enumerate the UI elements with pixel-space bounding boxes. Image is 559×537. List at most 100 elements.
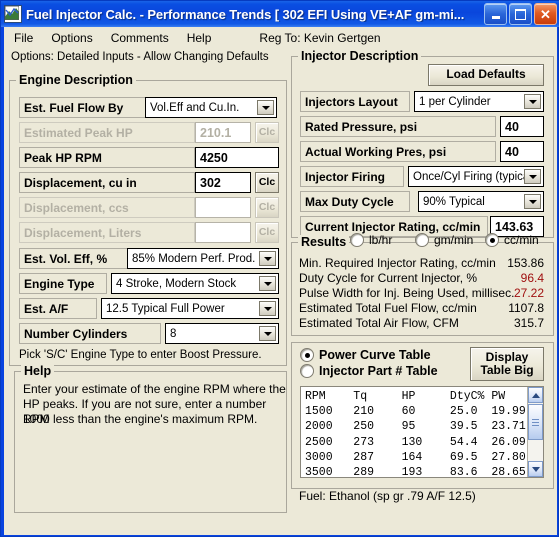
radio-icon[interactable] xyxy=(300,364,314,378)
engine-type-label: Engine Type xyxy=(19,273,107,294)
results-unit-lbhr[interactable]: lb/hr xyxy=(350,233,392,247)
displacement-cu-in-field[interactable]: 302 xyxy=(195,172,251,193)
result-label-min-required-rating: Min. Required Injector Rating, cc/min xyxy=(299,256,496,270)
max-duty-cycle-combo[interactable]: 90% Typical xyxy=(418,191,544,212)
display-table-big-line2: Table Big xyxy=(480,363,534,377)
display-table-big-button[interactable]: Display Table Big xyxy=(470,347,544,381)
displacement-ccs-calc-button[interactable]: Clc xyxy=(255,197,279,218)
registration-label: Reg To: Kevin Gertgen xyxy=(259,30,381,45)
max-duty-cycle-value: 90% Typical xyxy=(423,195,485,208)
number-cylinders-label: Number Cylinders xyxy=(19,323,161,344)
help-group: Help Enter your estimate of the engine R… xyxy=(14,364,287,513)
result-label-duty-cycle: Duty Cycle for Current Injector, % xyxy=(299,271,478,285)
results-unit-ccmin[interactable]: cc/min xyxy=(485,233,539,247)
results-legend: Results xyxy=(298,235,350,249)
client-area: Options: Detailed Inputs - Allow Changin… xyxy=(4,48,557,535)
number-cylinders-combo[interactable]: 8 xyxy=(165,323,279,344)
help-line-1: Enter your estimate of the engine RPM wh… xyxy=(23,382,286,396)
rated-pressure-field[interactable]: 40 xyxy=(500,116,544,137)
result-label-pulse-width: Pulse Width for Inj. Being Used, millise… xyxy=(299,286,515,300)
power-curve-table-text: RPM Tq HP DtyC% PW 1500 210 60 25.0 19.9… xyxy=(305,390,526,478)
number-cylinders-value: 8 xyxy=(170,327,177,340)
engine-description-group: Engine Description Est. Fuel Flow By Vol… xyxy=(9,73,287,366)
result-value-total-fuel-flow: 1107.8 xyxy=(508,301,544,315)
chevron-down-icon[interactable] xyxy=(259,326,276,341)
displacement-liters-field[interactable] xyxy=(195,222,251,243)
results-unit-gmmin-label: gm/min xyxy=(434,233,474,247)
results-unit-ccmin-label: cc/min xyxy=(504,233,539,247)
mode-power-curve-table-label: Power Curve Table xyxy=(319,348,431,362)
displacement-liters-calc-button[interactable]: Clc xyxy=(255,222,279,243)
est-af-value: 12.5 Typical Full Power xyxy=(106,302,225,315)
chevron-down-icon[interactable] xyxy=(524,94,541,109)
mode-power-curve-table[interactable]: Power Curve Table xyxy=(300,348,431,362)
menu-item-help[interactable]: Help xyxy=(179,29,220,47)
chevron-down-icon[interactable] xyxy=(259,251,276,266)
est-fuel-flow-by-label: Est. Fuel Flow By xyxy=(19,97,149,118)
menu-item-comments[interactable]: Comments xyxy=(103,29,177,47)
chevron-down-icon xyxy=(531,466,540,472)
est-vol-eff-value: 85% Modern Perf. Prod. xyxy=(132,252,256,265)
result-label-total-air-flow: Estimated Total Air Flow, CFM xyxy=(299,316,459,330)
displacement-cu-in-label: Displacement, cu in xyxy=(19,172,195,193)
scroll-up-button[interactable] xyxy=(528,387,543,403)
results-unit-lbhr-label: lb/hr xyxy=(369,233,393,247)
injector-firing-value: Once/Cyl Firing (typical) xyxy=(413,170,536,183)
close-button[interactable]: ✕ xyxy=(534,3,557,25)
est-vol-eff-combo[interactable]: 85% Modern Perf. Prod. xyxy=(127,248,279,269)
app-window: Fuel Injector Calc. - Performance Trends… xyxy=(0,0,559,537)
displacement-ccs-label: Displacement, ccs xyxy=(19,197,195,218)
injector-description-group: Injector Description Load Defaults Injec… xyxy=(291,49,554,238)
injector-firing-combo[interactable]: Once/Cyl Firing (typical) xyxy=(408,166,544,187)
engine-description-legend: Engine Description xyxy=(16,73,136,87)
menu-item-options[interactable]: Options xyxy=(43,29,100,47)
max-duty-cycle-label: Max Duty Cycle xyxy=(300,191,410,212)
load-defaults-button[interactable]: Load Defaults xyxy=(428,64,544,86)
radio-icon[interactable] xyxy=(300,348,314,362)
engine-type-combo[interactable]: 4 Stroke, Modern Stock xyxy=(111,273,279,294)
chevron-down-icon[interactable] xyxy=(257,100,274,115)
scrollbar-thumb[interactable] xyxy=(528,404,543,440)
actual-working-pressure-field[interactable]: 40 xyxy=(500,141,544,162)
radio-icon[interactable] xyxy=(415,233,429,247)
options-status-line: Options: Detailed Inputs - Allow Changin… xyxy=(11,51,269,63)
est-fuel-flow-by-combo[interactable]: Vol.Eff and Cu.In. xyxy=(145,97,277,118)
chevron-down-icon[interactable] xyxy=(259,276,276,291)
result-label-total-fuel-flow: Estimated Total Fuel Flow, cc/min xyxy=(299,301,477,315)
est-af-combo[interactable]: 12.5 Typical Full Power xyxy=(101,298,279,319)
chevron-down-icon[interactable] xyxy=(524,194,541,209)
radio-icon[interactable] xyxy=(350,233,364,247)
boost-pressure-note: Pick 'S/C' Engine Type to enter Boost Pr… xyxy=(19,349,262,361)
mode-injector-part-table-label: Injector Part # Table xyxy=(319,364,438,378)
displacement-ccs-field[interactable] xyxy=(195,197,251,218)
chevron-down-icon[interactable] xyxy=(524,169,541,184)
radio-icon[interactable] xyxy=(485,233,499,247)
peak-hp-rpm-label: Peak HP RPM xyxy=(19,147,195,168)
estimated-peak-hp-field[interactable]: 210.1 xyxy=(195,122,251,143)
result-value-duty-cycle: 96.4 xyxy=(520,271,544,285)
estimated-peak-hp-calc-button[interactable]: Clc xyxy=(255,122,279,143)
table-group: Power Curve Table Injector Part # Table … xyxy=(291,342,554,489)
engine-type-value: 4 Stroke, Modern Stock xyxy=(116,277,237,290)
actual-working-pressure-label: Actual Working Pres, psi xyxy=(300,141,496,162)
displacement-cu-in-calc-button[interactable]: Clc xyxy=(255,172,279,193)
mode-injector-part-table[interactable]: Injector Part # Table xyxy=(300,364,438,378)
minimize-button[interactable] xyxy=(484,3,507,25)
maximize-button[interactable] xyxy=(509,3,532,25)
scroll-down-button[interactable] xyxy=(528,461,543,477)
injector-firing-label: Injector Firing xyxy=(300,166,404,187)
est-vol-eff-label: Est. Vol. Eff, % xyxy=(19,248,131,269)
peak-hp-rpm-field[interactable]: 4250 xyxy=(195,147,279,168)
injectors-layout-combo[interactable]: 1 per Cylinder xyxy=(414,91,544,112)
est-af-label: Est. A/F xyxy=(19,298,97,319)
help-legend: Help xyxy=(21,364,55,378)
power-curve-table[interactable]: RPM Tq HP DtyC% PW 1500 210 60 25.0 19.9… xyxy=(300,386,544,478)
results-group: Results lb/hr gm/min cc/min Min. Require… xyxy=(291,233,554,336)
results-unit-gmmin[interactable]: gm/min xyxy=(415,233,473,247)
rated-pressure-label: Rated Pressure, psi xyxy=(300,116,496,137)
menu-item-file[interactable]: File xyxy=(6,29,41,47)
chevron-down-icon[interactable] xyxy=(259,301,276,316)
table-scrollbar[interactable] xyxy=(527,387,543,477)
result-value-total-air-flow: 315.7 xyxy=(513,316,544,330)
result-value-pulse-width: 27.22 xyxy=(513,286,544,300)
